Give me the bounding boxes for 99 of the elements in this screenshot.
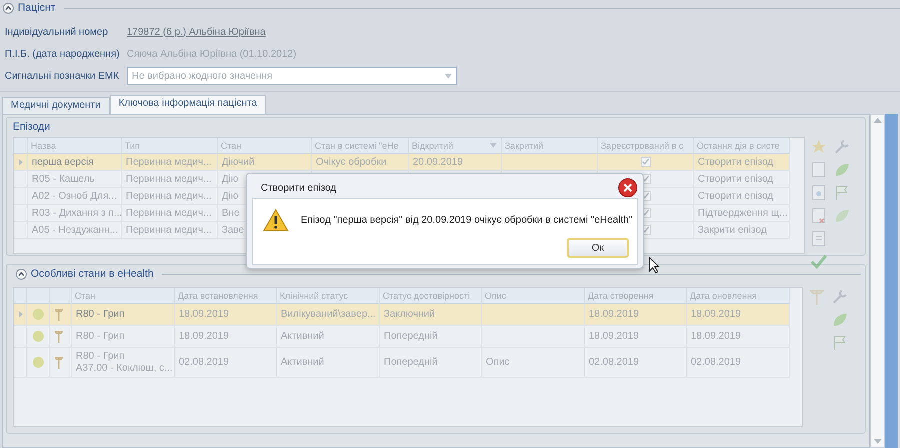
table-cell: 18.09.2019	[179, 309, 230, 320]
table-cell: Попередній	[384, 331, 438, 342]
table-cell: Активний	[281, 331, 324, 342]
column-header[interactable]: Дата створення	[585, 288, 687, 304]
table-cell: 18.09.2019	[589, 331, 640, 342]
group-title: Особливі стани в eHealth	[31, 268, 154, 280]
column-header[interactable]: Дата оновлення	[687, 288, 790, 304]
table-cell: Заве	[222, 224, 244, 236]
table-cell: R80 - Грип	[76, 308, 125, 320]
status-dot-icon	[33, 331, 44, 342]
table-cell: A02 - Озноб Для...	[32, 190, 117, 202]
staff-icon	[54, 308, 64, 321]
column-header[interactable]: Остання дія в систе	[694, 138, 790, 154]
table-cell: Активний	[281, 357, 324, 368]
row-pointer-icon	[19, 158, 23, 166]
status-dot-icon	[33, 357, 44, 368]
caret-icon	[445, 74, 452, 78]
staff-icon	[54, 330, 64, 343]
table-cell: 20.09.2019	[413, 156, 464, 168]
table-cell: Діючий	[222, 156, 255, 168]
table-cell: Первинна медич...	[126, 208, 212, 218]
checkbox[interactable]	[640, 157, 650, 167]
close-icon[interactable]	[618, 178, 638, 198]
table-cell: Створити епізод	[698, 174, 774, 184]
sort-icon	[490, 143, 497, 148]
field-value: Сяюча Альбіна Юріївна (01.10.2012)	[127, 48, 297, 60]
table-cell: Первинна медич...	[126, 190, 212, 202]
column-header[interactable]: Стан	[72, 288, 175, 304]
table-cell: A05 - Нездужанн...	[32, 224, 118, 236]
arrow-down-icon[interactable]	[874, 439, 882, 444]
table-cell: Первинна медич...	[126, 224, 212, 236]
collapse-icon[interactable]	[3, 2, 14, 14]
table-cell: Заключний	[384, 309, 436, 320]
table-cell: R80 - Грип A37.00 - Коклюш, с...	[76, 350, 173, 374]
tab[interactable]: Медичні документи	[2, 97, 110, 114]
collapse-icon[interactable]	[16, 268, 27, 280]
staff-icon	[54, 356, 64, 369]
row-header[interactable]	[14, 326, 27, 348]
table-cell: перша версія	[32, 156, 94, 168]
table-cell: 18.09.2019	[179, 331, 230, 342]
row-pointer-icon	[19, 311, 23, 318]
field-label: Індивідуальний номер	[5, 26, 110, 38]
column-header[interactable]: Статус достовірності	[380, 288, 482, 304]
table-cell: Вилікуваний\завер...	[281, 309, 376, 320]
table-cell: 02.08.2019	[179, 357, 230, 368]
row-header[interactable]	[14, 205, 28, 222]
arrow-up-icon[interactable]	[874, 118, 882, 123]
table-cell: Очікує обробки	[316, 156, 387, 168]
column-header[interactable]: Стан в системі "eHe	[312, 138, 409, 154]
patient-link[interactable]: 179872 (6 р.) Альбіна Юріївна	[127, 26, 266, 38]
column-header[interactable]: Тип	[122, 138, 218, 154]
column-header[interactable]: Зареєстрований в с	[598, 138, 694, 154]
table-cell: 18.09.2019	[691, 331, 742, 342]
field-label: П.І.Б. (дата народження)	[5, 48, 121, 60]
select-field[interactable]: Не вибрано жодного значення	[127, 67, 457, 85]
table-cell: Підтвердження щ...	[698, 208, 788, 218]
column-header[interactable]: Назва	[28, 138, 122, 154]
row-header[interactable]	[14, 304, 27, 326]
table-cell: 18.09.2019	[691, 309, 742, 320]
column-header[interactable]: Опис	[482, 288, 585, 304]
field-label: Сигнальні позначки ЕМК	[5, 70, 120, 82]
row-header[interactable]	[14, 348, 27, 378]
dialog-title: Створити епізод	[261, 182, 337, 194]
tab[interactable]: Ключова інформація пацієнта	[110, 95, 266, 114]
table-cell: Первинна медич...	[126, 156, 212, 168]
column-header[interactable]: Дата встановлення	[175, 288, 277, 304]
table-cell: Дію	[222, 174, 238, 184]
scrollbar[interactable]	[870, 114, 885, 448]
table-cell: 02.08.2019	[589, 357, 640, 368]
group-title: Пацієнт	[18, 2, 56, 14]
table-cell: Первинна медич...	[126, 174, 212, 184]
table-cell: Закрити епізод	[698, 224, 767, 236]
table-cell: Вне	[222, 208, 240, 218]
column-header[interactable]: Відкритий	[409, 138, 502, 154]
group-title: Епізоди	[13, 121, 50, 133]
table-cell: Дію	[222, 190, 238, 202]
check-icon[interactable]	[809, 252, 829, 272]
table-cell: Створити епізод	[698, 156, 774, 168]
ok-button[interactable]: Ок	[567, 238, 629, 258]
table-cell: Створити епізод	[698, 190, 774, 202]
row-header[interactable]	[14, 171, 28, 188]
cursor-icon	[649, 257, 660, 274]
dialog-message: Епізод "перша версія" від 20.09.2019 очікує обробки в системі "eHealth"	[301, 215, 633, 226]
table-cell: R03 - Дихання з п...	[32, 208, 121, 218]
staff-icon[interactable]	[807, 287, 827, 307]
table-cell: R80 - Грип	[76, 330, 125, 342]
column-header[interactable]: Стан	[218, 138, 312, 154]
table-cell: 18.09.2019	[589, 309, 640, 320]
status-dot-icon	[33, 309, 44, 320]
column-header[interactable]: Закритий	[502, 138, 598, 154]
table-cell: Опис	[486, 357, 510, 368]
row-header[interactable]	[14, 222, 28, 239]
column-header[interactable]: Клінічний статус	[277, 288, 380, 304]
table-cell: 02.08.2019	[691, 357, 742, 368]
warning-icon	[263, 209, 289, 232]
table-cell: R05 - Кашель	[32, 174, 95, 184]
row-header[interactable]	[14, 188, 28, 205]
table-cell: Попередній	[384, 357, 438, 368]
row-header[interactable]	[14, 154, 28, 171]
